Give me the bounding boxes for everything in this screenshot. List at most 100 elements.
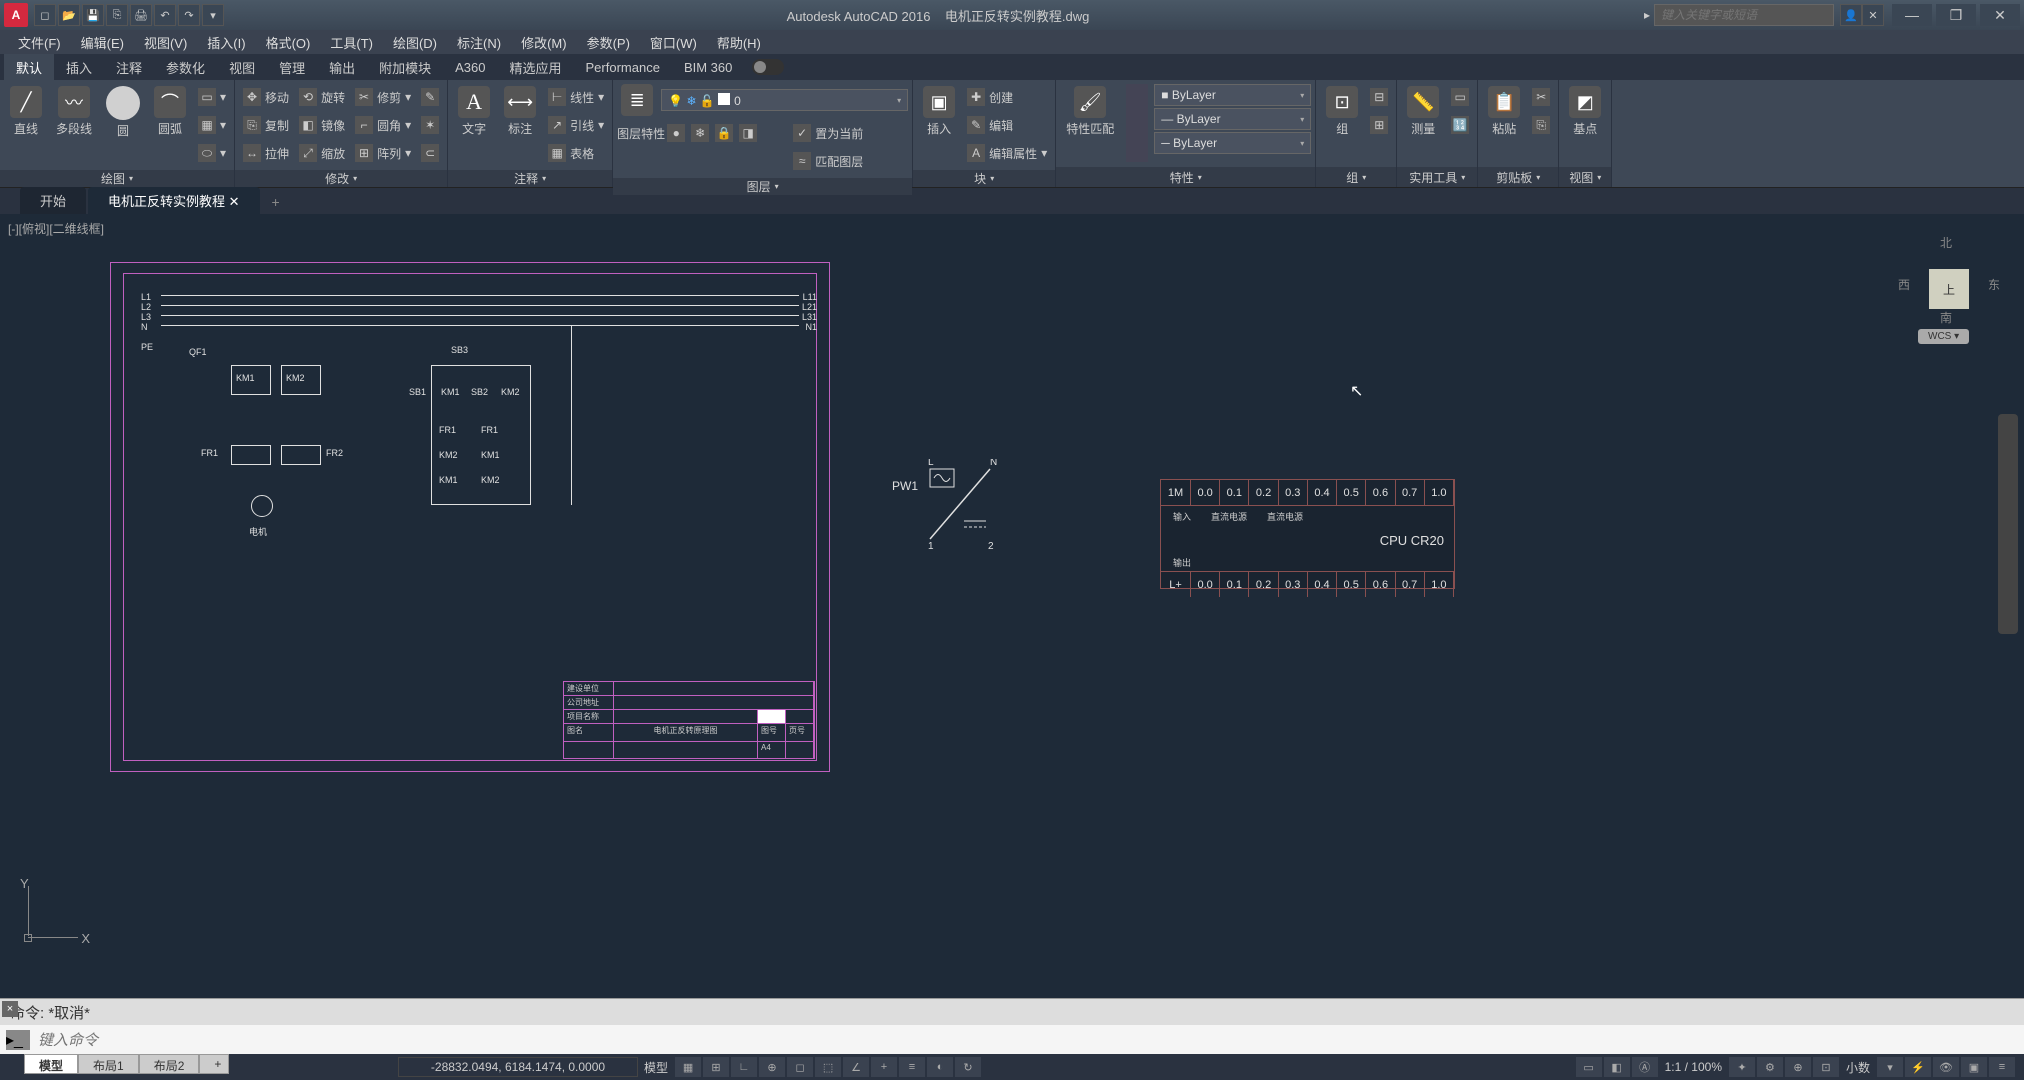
- match-properties-button[interactable]: 🖌特性匹配: [1060, 84, 1120, 139]
- rotate-button[interactable]: ⟲旋转: [295, 84, 349, 110]
- rect-icon[interactable]: ▭▾: [194, 84, 230, 110]
- layer-off-icon[interactable]: ●: [667, 120, 691, 146]
- qat-new-icon[interactable]: ◻: [34, 4, 56, 26]
- layer-iso-icon[interactable]: ◨: [739, 120, 763, 146]
- color-dropdown[interactable]: ■ ByLayer▾: [1154, 84, 1311, 106]
- 3dosnap-toggle-icon[interactable]: ⬚: [815, 1057, 841, 1077]
- otrack-toggle-icon[interactable]: ∠: [843, 1057, 869, 1077]
- fillet-button[interactable]: ⌐圆角▾: [351, 112, 415, 138]
- tab-output[interactable]: 输出: [317, 54, 367, 80]
- linear-button[interactable]: ⊢线性▾: [544, 84, 608, 110]
- layer-lock-icon[interactable]: 🔒: [715, 120, 739, 146]
- qat-saveas-icon[interactable]: ⎘: [106, 4, 128, 26]
- command-input[interactable]: [38, 1032, 2018, 1049]
- tab-featured[interactable]: 精选应用: [498, 54, 574, 80]
- base-view-button[interactable]: ◩基点: [1563, 84, 1607, 139]
- qcalc-icon[interactable]: 🔢: [1447, 112, 1473, 138]
- qat-redo-icon[interactable]: ↷: [178, 4, 200, 26]
- array-button[interactable]: ⊞阵列▾: [351, 140, 415, 166]
- edit-block-button[interactable]: ✎编辑: [963, 112, 1051, 138]
- tab-current-file[interactable]: 电机正反转实例教程 ✕: [88, 187, 260, 214]
- line-button[interactable]: ╱直线: [4, 84, 48, 139]
- insert-block-button[interactable]: ▣插入: [917, 84, 961, 139]
- cut-icon[interactable]: ✂: [1528, 84, 1554, 110]
- menu-file[interactable]: 文件(F): [8, 30, 71, 54]
- bim360-toggle[interactable]: [752, 59, 784, 75]
- cycling-toggle-icon[interactable]: ↻: [955, 1057, 981, 1077]
- color-swatch-icon[interactable]: [1126, 84, 1148, 162]
- stretch-button[interactable]: ↔拉伸: [239, 140, 293, 166]
- workspace-icon[interactable]: ⚙: [1757, 1057, 1783, 1077]
- copy-clip-icon[interactable]: ⎘: [1528, 112, 1554, 138]
- explode-icon[interactable]: ✶: [417, 112, 443, 138]
- qp-toggle-icon[interactable]: ◧: [1604, 1057, 1630, 1077]
- tab-bim360[interactable]: BIM 360: [672, 54, 744, 80]
- tab-insert[interactable]: 插入: [54, 54, 104, 80]
- status-scale[interactable]: 1:1 / 100%: [1659, 1060, 1728, 1074]
- wcs-label[interactable]: WCS ▾: [1918, 329, 1969, 344]
- hardware-accel-icon[interactable]: ⚡: [1905, 1057, 1931, 1077]
- anno-vis-icon[interactable]: ✦: [1729, 1057, 1755, 1077]
- trim-button[interactable]: ✂修剪▾: [351, 84, 415, 110]
- navigation-bar[interactable]: [1998, 414, 2018, 634]
- add-tab-button[interactable]: +: [262, 190, 290, 214]
- status-precision[interactable]: 小数: [1840, 1059, 1876, 1076]
- ortho-toggle-icon[interactable]: ∟: [731, 1057, 757, 1077]
- menu-parametric[interactable]: 参数(P): [577, 30, 640, 54]
- copy-button[interactable]: ⎘复制: [239, 112, 293, 138]
- units-toggle-icon[interactable]: ⊡: [1813, 1057, 1839, 1077]
- tab-a360[interactable]: A360: [443, 54, 497, 80]
- menu-dimension[interactable]: 标注(N): [447, 30, 511, 54]
- lineweight-dropdown[interactable]: — ByLayer▾: [1154, 108, 1311, 130]
- layer-freeze-icon[interactable]: ❄: [691, 120, 715, 146]
- qat-print-icon[interactable]: 🖨: [130, 4, 152, 26]
- circle-button[interactable]: 圆: [100, 84, 146, 141]
- qat-save-icon[interactable]: 💾: [82, 4, 104, 26]
- menu-modify[interactable]: 修改(M): [511, 30, 577, 54]
- create-block-button[interactable]: ✚创建: [963, 84, 1051, 110]
- amonitor-icon[interactable]: ⊕: [1785, 1057, 1811, 1077]
- coordinates-display[interactable]: -28832.0494, 6184.1474, 0.0000: [398, 1057, 638, 1077]
- custom-icon[interactable]: ≡: [1989, 1057, 2015, 1077]
- group-button[interactable]: ⊡组: [1320, 84, 1364, 139]
- menu-view[interactable]: 视图(V): [134, 30, 197, 54]
- tab-performance[interactable]: Performance: [574, 54, 672, 80]
- minimize-button[interactable]: —: [1892, 4, 1932, 26]
- move-button[interactable]: ✥移动: [239, 84, 293, 110]
- qat-dropdown-icon[interactable]: ▾: [202, 4, 224, 26]
- tab-annotate[interactable]: 注释: [104, 54, 154, 80]
- grid-toggle-icon[interactable]: ▦: [675, 1057, 701, 1077]
- layout-tab-model[interactable]: 模型: [24, 1054, 78, 1074]
- menu-format[interactable]: 格式(O): [256, 30, 321, 54]
- hatch-icon[interactable]: ▦▾: [194, 112, 230, 138]
- layout-tab-2[interactable]: 布局2: [139, 1054, 200, 1074]
- tab-parametric[interactable]: 参数化: [154, 54, 217, 80]
- qprops-toggle-icon[interactable]: ▾: [1877, 1057, 1903, 1077]
- leader-button[interactable]: ↗引线▾: [544, 112, 608, 138]
- paste-button[interactable]: 📋粘贴: [1482, 84, 1526, 139]
- help-search-input[interactable]: [1654, 4, 1834, 26]
- menu-tools[interactable]: 工具(T): [320, 30, 383, 54]
- offset-icon[interactable]: ⊂: [417, 140, 443, 166]
- menu-window[interactable]: 窗口(W): [640, 30, 707, 54]
- annoscale-icon[interactable]: Ⓐ: [1632, 1057, 1658, 1077]
- dimension-button[interactable]: ⟷标注: [498, 84, 542, 139]
- model-toggle-icon[interactable]: ▭: [1576, 1057, 1602, 1077]
- close-button[interactable]: ✕: [1980, 4, 2020, 26]
- dyn-toggle-icon[interactable]: +: [871, 1057, 897, 1077]
- linetype-dropdown[interactable]: ─ ByLayer▾: [1154, 132, 1311, 154]
- infocenter-signin-icon[interactable]: 👤: [1840, 4, 1862, 26]
- menu-edit[interactable]: 编辑(E): [71, 30, 134, 54]
- erase-icon[interactable]: ✎: [417, 84, 443, 110]
- cmd-close-button[interactable]: ×: [2, 1001, 18, 1017]
- mirror-button[interactable]: ◧镜像: [295, 112, 349, 138]
- isolate-icon[interactable]: 👁: [1933, 1057, 1959, 1077]
- arc-button[interactable]: ⌒圆弧: [148, 84, 192, 139]
- viewport-label[interactable]: [-][俯视][二维线框]: [8, 220, 104, 237]
- model-space[interactable]: [-][俯视][二维线框] L1 L2 L3 N PE L11 L21 L31 …: [0, 214, 2024, 1026]
- status-space[interactable]: 模型: [638, 1059, 674, 1076]
- select-icon[interactable]: ▭: [1447, 84, 1473, 110]
- ellipse-icon[interactable]: ⬭▾: [194, 140, 230, 166]
- infocenter-exchange-icon[interactable]: ✕: [1862, 4, 1884, 26]
- tab-start[interactable]: 开始: [20, 187, 86, 214]
